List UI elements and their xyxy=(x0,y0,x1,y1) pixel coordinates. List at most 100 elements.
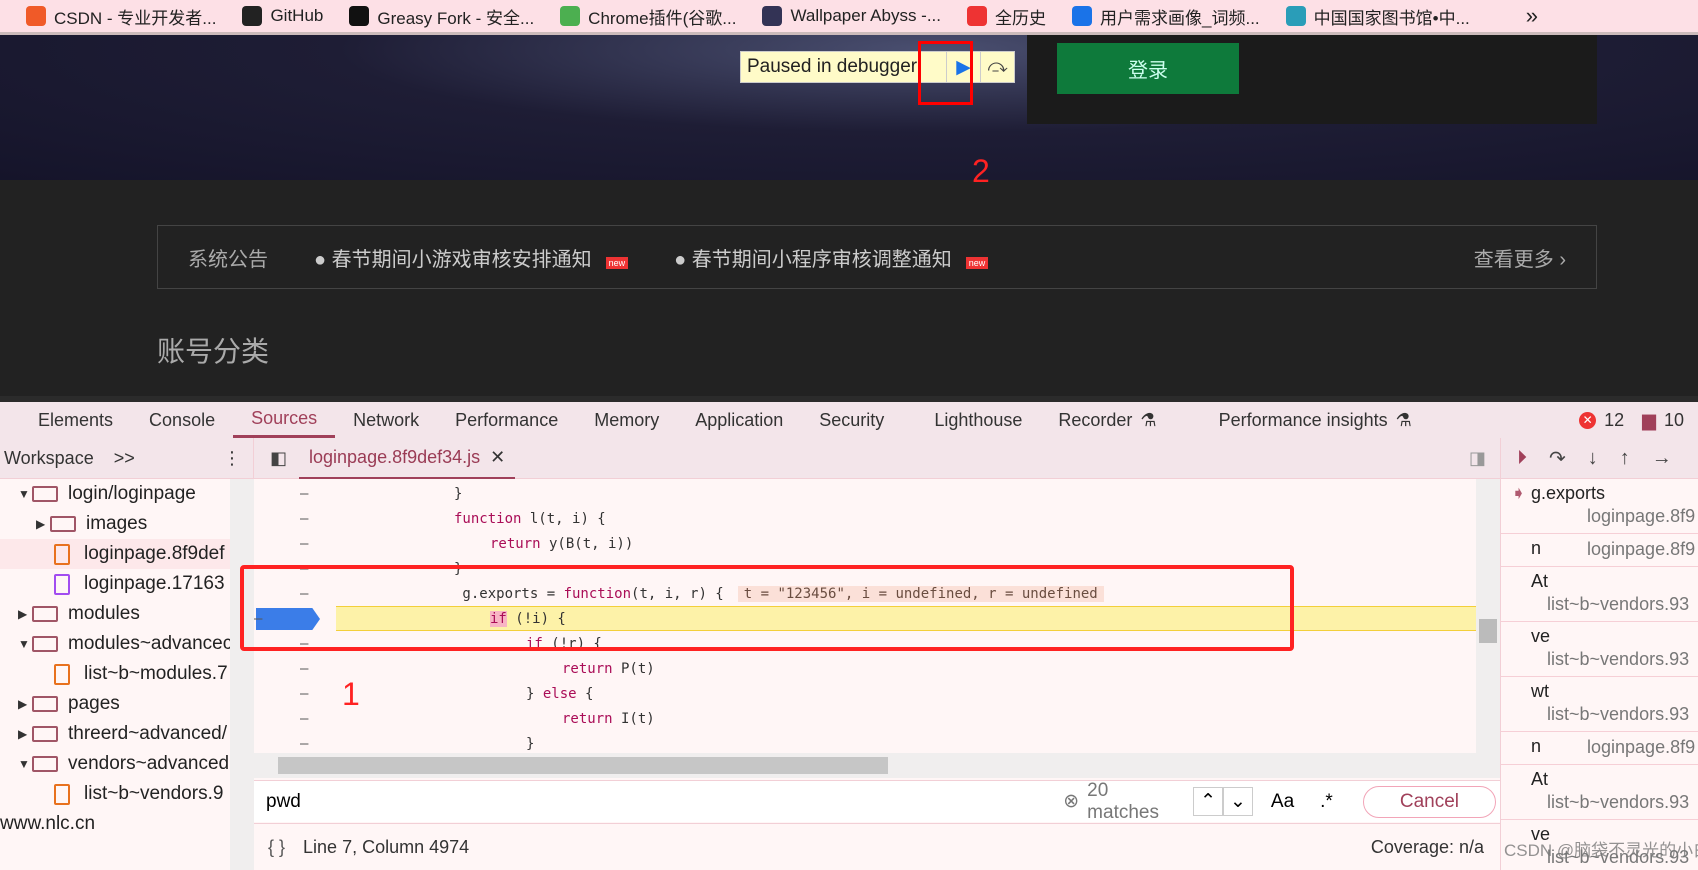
tree-item[interactable]: ▶ modules xyxy=(18,599,140,629)
message-count[interactable]: 10 xyxy=(1664,410,1684,431)
login-button[interactable]: 登录 xyxy=(1057,43,1239,94)
collapsed-arrow-icon[interactable]: ▶ xyxy=(18,607,32,621)
bookmark[interactable]: Chrome插件(谷歌... xyxy=(560,4,736,29)
workspace-tab[interactable]: Workspace xyxy=(4,448,94,469)
collapsed-arrow-icon[interactable]: ▶ xyxy=(18,727,32,741)
tab-network[interactable]: Network xyxy=(335,402,437,438)
chevron-right-icon: › xyxy=(1559,248,1566,271)
code-horizontal-scrollbar[interactable] xyxy=(254,753,1500,778)
bookmark[interactable]: 中国国家图书馆•中... xyxy=(1285,4,1470,29)
bookmark-favicon-icon xyxy=(26,6,46,26)
tab-performance[interactable]: Performance xyxy=(437,402,576,438)
code-line[interactable]: –} else { xyxy=(254,681,1476,706)
step-icon[interactable]: → xyxy=(1652,447,1672,470)
bookmark[interactable]: CSDN - 专业开发者... xyxy=(26,4,216,29)
line-gutter[interactable]: – xyxy=(300,511,308,527)
code-line[interactable]: – return I(t) xyxy=(254,706,1476,731)
collapsed-arrow-icon[interactable]: ▶ xyxy=(18,697,32,711)
code-line[interactable]: – return P(t) xyxy=(254,656,1476,681)
clear-search-icon[interactable]: ⊗ xyxy=(1063,790,1079,813)
line-gutter[interactable]: – xyxy=(300,486,308,502)
tab-lighthouse[interactable]: Lighthouse xyxy=(916,402,1040,438)
tree-item[interactable]: list~b~vendors.9 xyxy=(54,779,223,809)
experiment-flask-icon: ⚗ xyxy=(1395,409,1412,430)
folder-icon xyxy=(32,606,58,622)
more-tabs-button[interactable]: >> xyxy=(114,448,135,469)
match-case-button[interactable]: Aa xyxy=(1271,791,1294,813)
tab-console[interactable]: Console xyxy=(131,402,233,438)
toggle-navigator-icon[interactable]: ◧ xyxy=(270,448,287,469)
code-line[interactable]: – function l(t, i) { xyxy=(254,506,1476,531)
tab-sources[interactable]: Sources xyxy=(233,402,336,438)
message-icon[interactable]: ▆ xyxy=(1642,410,1656,431)
line-gutter[interactable]: – xyxy=(300,686,308,702)
call-frame[interactable]: At list~b~vendors.93 xyxy=(1501,567,1698,622)
tree-item[interactable]: ▼ vendors~advanced xyxy=(18,749,229,779)
expanded-arrow-icon[interactable]: ▼ xyxy=(18,637,32,651)
cancel-search-button[interactable]: Cancel xyxy=(1362,785,1496,818)
code-line[interactable]: –} xyxy=(254,481,1476,506)
step-into-icon[interactable]: ↓ xyxy=(1588,447,1598,470)
step-over-icon[interactable]: ⤼ xyxy=(980,52,1014,82)
bookmark[interactable]: Greasy Fork - 安全... xyxy=(349,4,534,29)
bookmarks-overflow-button[interactable]: » xyxy=(1526,3,1538,29)
line-gutter[interactable]: – xyxy=(300,736,308,752)
tab-recorder[interactable]: Recorder ⚗ xyxy=(1040,402,1174,438)
tree-item[interactable]: list~b~modules.7 xyxy=(54,659,228,689)
tab-memory[interactable]: Memory xyxy=(576,402,677,438)
line-gutter[interactable]: – xyxy=(300,711,308,727)
tab-application[interactable]: Application xyxy=(677,402,801,438)
tree-item[interactable]: loginpage.8f9def xyxy=(0,539,230,569)
code-editor: ◧ loginpage.8f9def34.js ✕ ◨ –} – function l… xyxy=(240,438,1500,870)
tree-item[interactable]: ▶ pages xyxy=(18,689,120,719)
tree-item[interactable]: ▼ modules~advancec xyxy=(18,629,232,659)
tree-item[interactable]: ▶ threerd~advanced/ xyxy=(18,719,227,749)
collapsed-arrow-icon[interactable]: ▶ xyxy=(36,517,50,531)
step-out-icon[interactable]: ↑ xyxy=(1620,447,1630,470)
error-count[interactable]: 12 xyxy=(1604,410,1624,431)
debugger-panel: ⏵ ↷ ↓ ↑ → ➧ g.exports loginpage.8f9 n loginp… xyxy=(1500,438,1698,870)
pretty-print-icon[interactable]: { } xyxy=(268,837,285,858)
call-frame[interactable]: n loginpage.8f9 xyxy=(1501,534,1698,567)
bookmark[interactable]: GitHub xyxy=(242,6,323,26)
error-icon[interactable]: ✕ xyxy=(1579,411,1597,429)
line-gutter[interactable]: – xyxy=(300,536,308,552)
call-frame[interactable]: At list~b~vendors.93 xyxy=(1501,765,1698,820)
search-input[interactable] xyxy=(266,790,1064,813)
more-link[interactable]: 查看更多 › xyxy=(1474,243,1566,272)
bookmark[interactable]: 全历史 xyxy=(967,4,1046,29)
previous-match-button[interactable]: ⌃ xyxy=(1193,787,1223,816)
resume-icon[interactable]: ⏵ xyxy=(1517,447,1527,470)
next-match-button[interactable]: ⌄ xyxy=(1222,787,1253,816)
bookmark[interactable]: Wallpaper Abyss -... xyxy=(762,6,941,26)
folder-icon xyxy=(32,696,58,712)
step-over-icon[interactable]: ↷ xyxy=(1549,446,1566,471)
call-frame[interactable]: n loginpage.8f9 xyxy=(1501,732,1698,765)
call-frame[interactable]: wt list~b~vendors.93 xyxy=(1501,677,1698,732)
code-vertical-scrollbar[interactable] xyxy=(1476,479,1500,753)
close-tab-icon[interactable]: ✕ xyxy=(490,447,505,468)
code-line[interactable]: – return y(B(t, i)) xyxy=(254,531,1476,556)
annotation-2: 2 xyxy=(972,153,990,189)
tree-item[interactable]: loginpage.17163 xyxy=(54,569,225,599)
kebab-menu-icon[interactable]: ⋮ xyxy=(223,448,241,469)
tab-performance-insights[interactable]: Performance insights ⚗ xyxy=(1201,402,1430,438)
expanded-arrow-icon[interactable]: ▼ xyxy=(18,757,32,771)
toggle-debugger-icon[interactable]: ◨ xyxy=(1469,448,1486,469)
tree-item[interactable]: ▶ images xyxy=(36,509,147,539)
tab-security[interactable]: Security xyxy=(801,402,902,438)
tree-scrollbar[interactable] xyxy=(230,479,254,870)
call-frame[interactable]: ve list~b~vendors.93 xyxy=(1501,622,1698,677)
tab-elements[interactable]: Elements xyxy=(20,402,131,438)
tree-item[interactable]: ▼ login/loginpage xyxy=(18,479,196,509)
file-icon xyxy=(54,543,70,565)
notice-item[interactable]: ● 春节期间小程序审核调整通知 new xyxy=(674,243,989,272)
line-gutter[interactable]: – xyxy=(300,661,308,677)
expanded-arrow-icon[interactable]: ▼ xyxy=(18,487,32,501)
bookmark[interactable]: 用户需求画像_词频... xyxy=(1072,4,1260,29)
notice-item[interactable]: ● 春节期间小游戏审核安排通知 new xyxy=(314,243,629,272)
tree-item[interactable]: www.nlc.cn xyxy=(0,809,95,839)
regex-button[interactable]: .* xyxy=(1320,791,1333,813)
file-tab[interactable]: loginpage.8f9def34.js ✕ xyxy=(299,438,516,479)
call-frame[interactable]: ➧ g.exports loginpage.8f9 xyxy=(1501,479,1698,534)
